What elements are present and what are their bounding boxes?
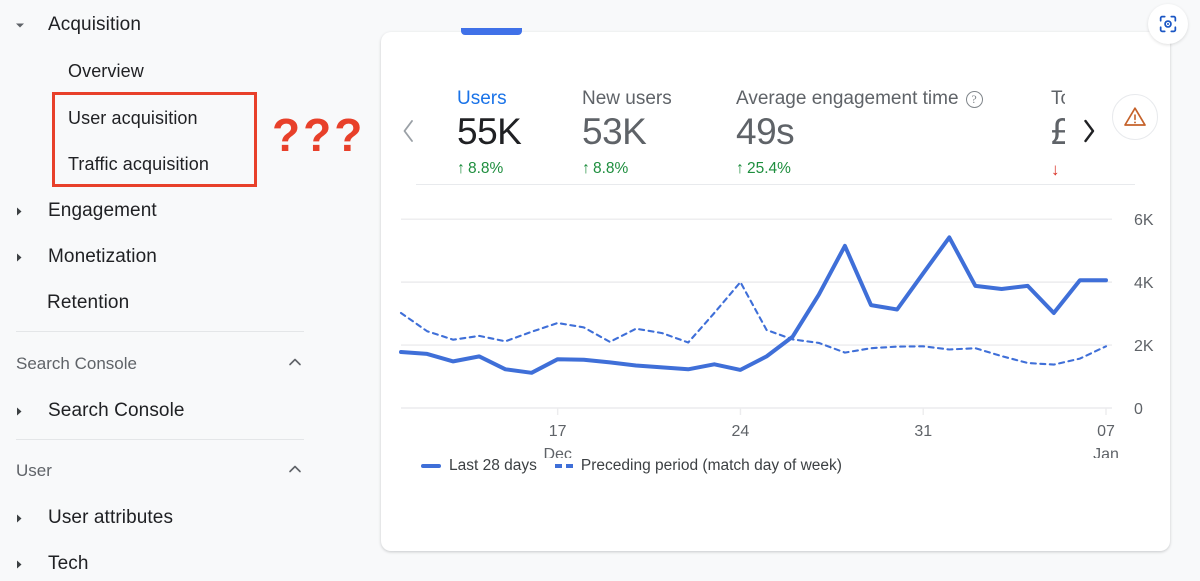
sidebar-item-label: User acquisition <box>68 107 198 128</box>
sidebar: Acquisition Overview User acquisition Tr… <box>0 0 372 581</box>
metric-value: 53K <box>582 111 647 152</box>
y-tick-label: 0 <box>1134 401 1143 418</box>
chart-series-layer <box>399 235 1108 375</box>
trend-chart: 0 2K 4K 6K 17 Dec 24 31 07 Jan <box>391 158 1160 488</box>
metric-label: Average engagement time ? <box>736 88 983 110</box>
data-warning-badge[interactable] <box>1112 94 1158 140</box>
metrics-next-button[interactable] <box>1071 108 1105 154</box>
sidebar-item-traffic-acquisition[interactable]: Traffic acquisition <box>68 149 209 179</box>
caret-right-icon[interactable] <box>14 559 36 570</box>
sidebar-item-label: Engagement <box>48 200 157 221</box>
caret-down-icon[interactable] <box>14 19 36 31</box>
section-title: Search Console <box>16 354 137 373</box>
sidebar-item-retention[interactable]: Retention <box>0 288 129 318</box>
sidebar-divider <box>16 439 304 440</box>
section-title: User <box>16 461 52 480</box>
metric-label: New users <box>582 88 672 109</box>
sidebar-item-user-attributes[interactable]: User attributes <box>0 503 173 533</box>
caret-right-icon[interactable] <box>14 513 36 524</box>
y-tick-label: 2K <box>1134 338 1154 355</box>
sidebar-item-engagement[interactable]: Engagement <box>0 196 157 226</box>
report-card: Users 55K 8.8% New users 53K 8.8% <box>381 28 1170 551</box>
sidebar-item-monetization[interactable]: Monetization <box>0 242 157 272</box>
sidebar-item-overview[interactable]: Overview <box>68 56 144 86</box>
metric-value: 55K <box>457 111 522 152</box>
sidebar-item-label: Traffic acquisition <box>68 153 209 174</box>
metric-label: Users <box>457 88 507 109</box>
warning-triangle-icon <box>1124 107 1146 126</box>
sidebar-divider <box>16 331 304 332</box>
sidebar-item-user-acquisition[interactable]: User acquisition <box>68 103 198 133</box>
legend-item-previous[interactable]: Preceding period (match day of week) <box>554 457 842 475</box>
sidebar-item-label: Overview <box>68 60 144 81</box>
sidebar-section-user[interactable]: User <box>16 457 304 485</box>
sidebar-item-acquisition[interactable]: Acquisition <box>0 10 141 40</box>
lens-scan-icon <box>1159 15 1177 33</box>
active-tab-indicator <box>461 28 522 35</box>
x-tick-sublabel: Jan <box>1093 446 1119 458</box>
metric-value: 49s <box>736 111 795 152</box>
chevron-up-icon[interactable] <box>286 460 304 483</box>
help-icon[interactable]: ? <box>965 90 983 108</box>
legend-item-current[interactable]: Last 28 days <box>421 457 537 475</box>
sidebar-item-label: User attributes <box>48 507 174 528</box>
sidebar-item-tech[interactable]: Tech <box>0 549 89 579</box>
sidebar-item-label: Retention <box>47 292 130 313</box>
caret-right-icon[interactable] <box>14 206 36 217</box>
legend-solid-swatch <box>421 464 441 468</box>
x-tick-label: 17 <box>549 423 567 440</box>
y-tick-label: 6K <box>1134 212 1154 229</box>
sidebar-item-label: Monetization <box>48 246 157 267</box>
chart-y-axis-labels: 0 2K 4K 6K <box>1134 212 1154 418</box>
legend-label: Last 28 days <box>449 457 537 474</box>
sidebar-item-label: Search Console <box>48 400 185 421</box>
caret-right-icon[interactable] <box>14 406 36 417</box>
sidebar-item-search-console[interactable]: Search Console <box>0 396 185 426</box>
metric-label-text: Average engagement time <box>736 88 959 109</box>
caret-right-icon[interactable] <box>14 252 36 263</box>
chart-legend: Last 28 days Preceding period (match day… <box>421 457 842 475</box>
sidebar-section-search-console[interactable]: Search Console <box>16 350 304 378</box>
y-tick-label: 4K <box>1134 275 1154 292</box>
metric-value: £ <box>1051 111 1065 152</box>
x-tick-label: 31 <box>914 423 932 440</box>
lens-scan-button[interactable] <box>1148 4 1188 44</box>
annotation-question-marks: ??? <box>272 109 366 161</box>
chart-x-axis-labels: 17Dec24 31 07Jan <box>543 408 1119 458</box>
legend-dashed-swatch <box>554 464 573 468</box>
x-tick-label: 24 <box>732 423 750 440</box>
legend-label: Preceding period (match day of week) <box>580 457 842 474</box>
metric-label: To <box>1051 88 1065 109</box>
app-root: Acquisition Overview User acquisition Tr… <box>0 0 1200 581</box>
sidebar-item-label: Tech <box>48 553 89 574</box>
chevron-up-icon[interactable] <box>286 353 304 376</box>
x-tick-label: 07 <box>1097 423 1115 440</box>
chart-series-line <box>399 281 1108 366</box>
sidebar-item-label: Acquisition <box>48 14 141 35</box>
chart-svg: 02K4K6K 17Dec24 31 07Jan <box>399 212 1154 458</box>
